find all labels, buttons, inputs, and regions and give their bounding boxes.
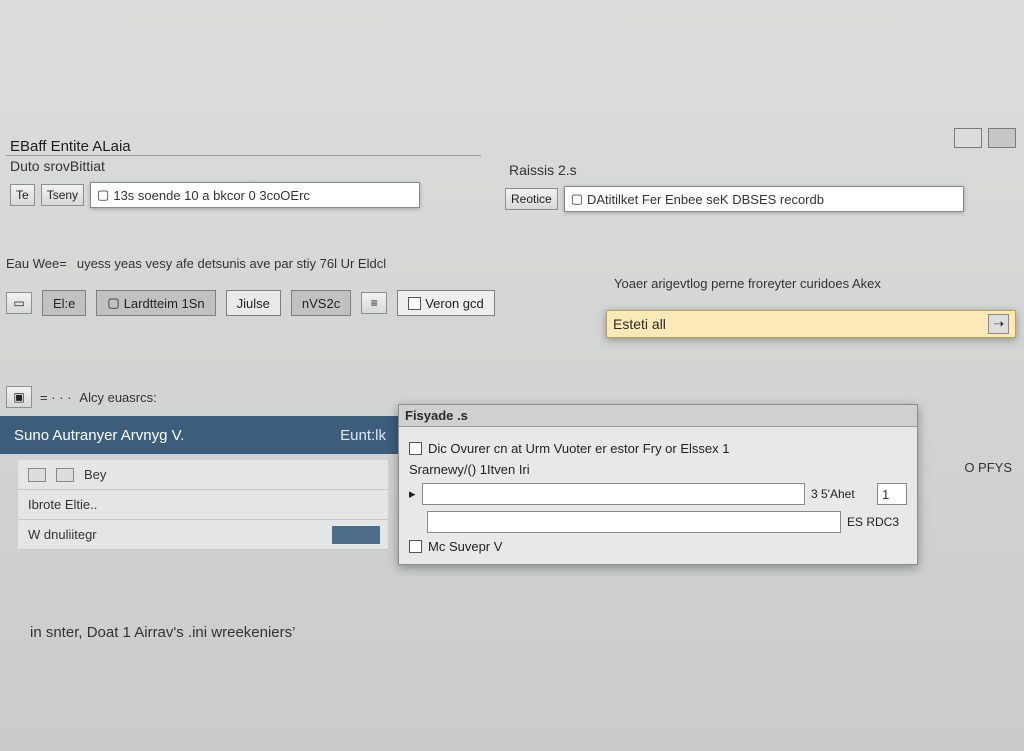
page-subtitle: Duto srovBittiat bbox=[6, 156, 481, 176]
search-input[interactable] bbox=[613, 316, 982, 332]
item-icon bbox=[28, 468, 46, 482]
checkbox[interactable] bbox=[409, 540, 422, 553]
selection-swatch bbox=[332, 526, 380, 544]
expand-icon[interactable] bbox=[409, 486, 416, 502]
tseny-button[interactable]: Tseny bbox=[41, 184, 84, 206]
list-item[interactable]: W dnuliitegr bbox=[18, 520, 388, 550]
window-close-button[interactable] bbox=[988, 128, 1016, 148]
box-icon bbox=[107, 295, 119, 311]
section-header[interactable]: Suno Autranyer Arvnyg V. Eunt:lk bbox=[0, 416, 400, 454]
window-buttons bbox=[954, 128, 1016, 148]
hint-text: Yoaer arigevtlog perne froreyter curidoe… bbox=[614, 276, 881, 291]
checkbox-icon bbox=[97, 187, 109, 203]
record-field-value: DAtitilket Fer Enbee seK DBSES recordb bbox=[587, 192, 824, 207]
panel-save-label: Mc Suvepr V bbox=[428, 539, 502, 554]
list-item[interactable]: Bey bbox=[18, 460, 388, 490]
toolbar-item-e-label: Veron gcd bbox=[425, 296, 484, 311]
toolbar-item-b[interactable]: Lardtteim 1Sn bbox=[96, 290, 215, 316]
panel-num-1[interactable]: 1 bbox=[877, 483, 907, 505]
checkbox-icon bbox=[408, 297, 421, 310]
list-item[interactable]: Ibrote Eltie.. bbox=[18, 490, 388, 520]
toolbar-icon-a[interactable] bbox=[6, 292, 32, 314]
panel-value-2: ES RDC3 bbox=[847, 515, 907, 529]
list-item-label: Bey bbox=[84, 467, 106, 482]
item-icon bbox=[56, 468, 74, 482]
page-title: EBaff Entite ALaia bbox=[6, 136, 481, 156]
arrow-icon bbox=[993, 316, 1004, 332]
item-list: Bey Ibrote Eltie.. W dnuliitegr bbox=[18, 460, 388, 550]
toolbar-item-c[interactable]: Jiulse bbox=[226, 290, 281, 316]
desc-label: Eau Wee= bbox=[6, 256, 67, 271]
toolbar-item-e[interactable]: Veron gcd bbox=[397, 290, 495, 316]
search-go-button[interactable] bbox=[988, 314, 1009, 334]
panel-title-label: Fisyade .s bbox=[405, 408, 468, 423]
window-minimize-button[interactable] bbox=[954, 128, 982, 148]
panel-text-2: Srarnewy/() 1Itven Iri bbox=[409, 462, 530, 477]
panel-input-1[interactable] bbox=[422, 483, 805, 505]
desc-text: uyess yeas vesy afe detsunis ave par sti… bbox=[77, 256, 386, 271]
panel-value-1: 3 5'Ahet bbox=[811, 487, 871, 501]
crumb-text: Alcy euasrcs: bbox=[79, 390, 156, 405]
footer-text: in snter, Doat 1 Airrav's .ini wreekenie… bbox=[30, 624, 295, 641]
crumb-sep: = · · · bbox=[40, 390, 71, 405]
source-field[interactable]: 13s soende 10 a bkcor 0 3coOErc bbox=[90, 182, 420, 208]
list-item-label: W dnuliitegr bbox=[28, 527, 97, 542]
checkbox-icon bbox=[571, 191, 583, 207]
toolbar-item-d[interactable]: nVS2c bbox=[291, 290, 351, 316]
panel-text-1: Dic Ovurer cn at Urm Vuoter er estor Fry… bbox=[428, 441, 729, 456]
source-field-value: 13s soende 10 a bkcor 0 3coOErc bbox=[113, 188, 310, 203]
property-panel: Fisyade .s Dic Ovurer cn at Urm Vuoter e… bbox=[398, 404, 918, 565]
right-badge: O PFYS bbox=[964, 460, 1012, 475]
section-col2: Eunt:lk bbox=[340, 427, 386, 444]
doc-icon bbox=[13, 296, 24, 310]
search-box[interactable] bbox=[606, 310, 1016, 338]
panel-num-1-value: 1 bbox=[882, 487, 889, 502]
reotice-button[interactable]: Reotice bbox=[505, 188, 558, 210]
tle-button[interactable]: Te bbox=[10, 184, 35, 206]
section-title: Suno Autranyer Arvnyg V. bbox=[14, 427, 184, 444]
checkbox[interactable] bbox=[409, 442, 422, 455]
toolbar-item-a[interactable]: El:e bbox=[42, 290, 86, 316]
toolbar-icon-b[interactable]: ≡ bbox=[361, 292, 387, 314]
list-item-label: Ibrote Eltie.. bbox=[28, 497, 97, 512]
panel-input-2[interactable] bbox=[427, 511, 841, 533]
panel-title[interactable]: Fisyade .s bbox=[399, 405, 917, 427]
record-field[interactable]: DAtitilket Fer Enbee seK DBSES recordb bbox=[564, 186, 964, 212]
column-title: Raissis 2.s bbox=[505, 160, 1005, 180]
crumb-icon-a[interactable]: ▣ bbox=[6, 386, 32, 408]
toolbar-item-b-label: Lardtteim 1Sn bbox=[124, 296, 205, 311]
